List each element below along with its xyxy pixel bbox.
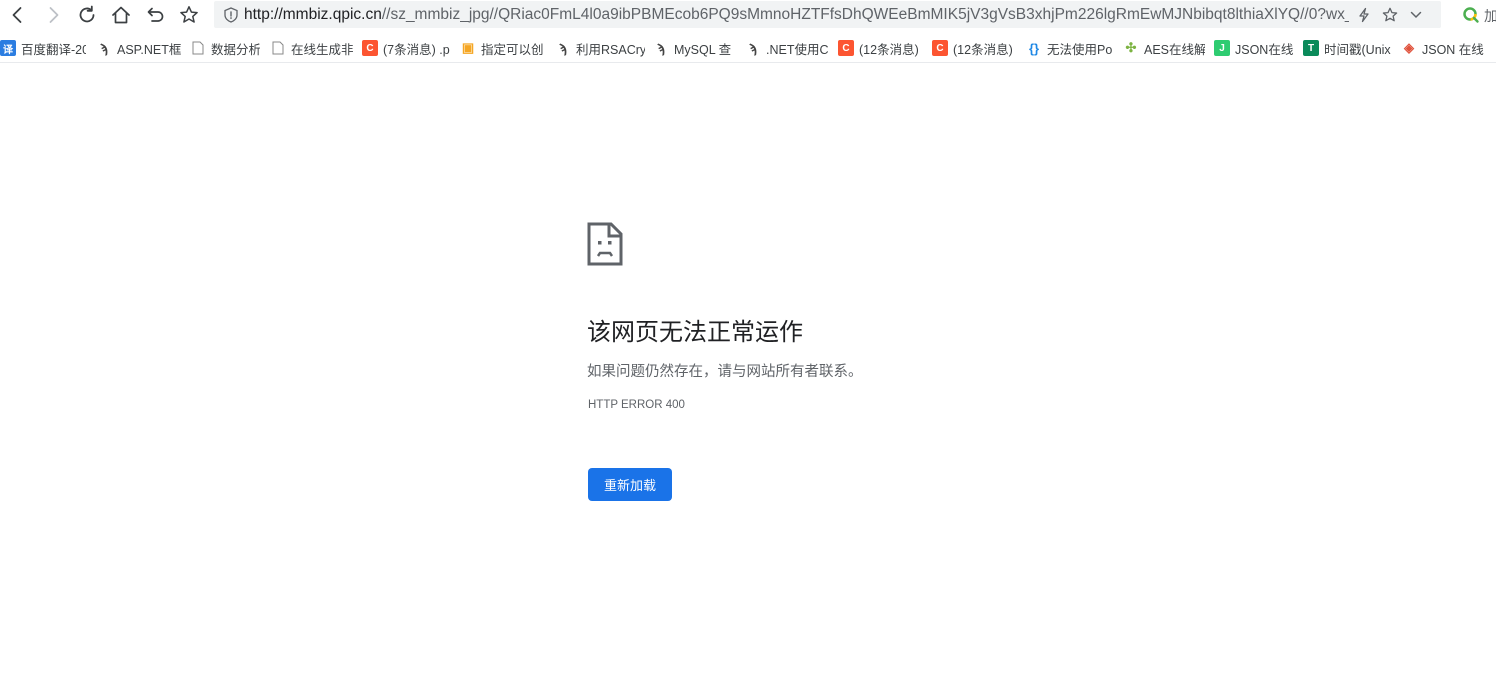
url-path: //sz_mmbiz_jpg//QRiac0FmL4l0a9ibPBMEcob6… bbox=[381, 5, 1349, 23]
address-bar[interactable]: http://mmbiz.qpic.cn//sz_mmbiz_jpg//QRia… bbox=[214, 1, 1441, 28]
star-icon bbox=[180, 6, 198, 23]
bookmark-label: 利用RSACry bbox=[576, 42, 645, 57]
lightning-icon[interactable] bbox=[1353, 4, 1375, 26]
bookmarks-bar: 译百度翻译-20 ϡ ASP.NET框 数据分析 在线生成非 C (7条消息) .p ▣ 指定可… bbox=[0, 34, 1496, 63]
bookmark-label: 指定可以创 bbox=[481, 42, 544, 57]
forward-button[interactable] bbox=[40, 2, 66, 28]
bookmark-label: (12条消息) bbox=[953, 42, 1013, 57]
extension-label[interactable]: 加 bbox=[1484, 6, 1496, 26]
bookmark-item[interactable]: ϡ .NET使用C bbox=[745, 38, 829, 58]
box-icon: ▣ bbox=[461, 40, 475, 55]
bookmark-label: 在线生成非 bbox=[291, 42, 354, 57]
json-icon: J bbox=[1214, 40, 1230, 56]
refresh-icon bbox=[79, 5, 95, 23]
csdn-icon: C bbox=[838, 40, 854, 56]
bookmark-label: 百度翻译-20 bbox=[21, 42, 86, 57]
bookmark-label: JSON在线 bbox=[1235, 42, 1294, 57]
bookmark-label: JSON 在线 bbox=[1422, 42, 1484, 57]
bookmark-label: 无法使用Po bbox=[1047, 42, 1113, 57]
refresh-button[interactable] bbox=[74, 2, 100, 28]
extension-search-icon[interactable] bbox=[1462, 4, 1484, 26]
bookmark-item[interactable]: 在线生成非 bbox=[270, 38, 354, 58]
csdn-icon: C bbox=[932, 40, 948, 56]
favorite-button[interactable] bbox=[176, 2, 202, 28]
bookmark-label: ASP.NET框 bbox=[117, 42, 182, 57]
bookmark-item[interactable]: C (12条消息) bbox=[838, 38, 924, 58]
bookmark-item[interactable]: ▣ 指定可以创 bbox=[460, 38, 548, 58]
bookmark-item[interactable]: T 时间戳(Unix bbox=[1303, 38, 1393, 58]
sad-page-icon bbox=[587, 222, 623, 266]
bookmark-item[interactable]: ϡ MySQL 查 bbox=[653, 38, 737, 58]
reload-button[interactable]: 重新加载 bbox=[588, 468, 672, 501]
baidu-translate-icon: 译 bbox=[0, 40, 16, 56]
tool-icon: ✣ bbox=[1125, 40, 1137, 55]
bookmark-label: MySQL 查 bbox=[674, 42, 732, 57]
chevron-right-icon bbox=[49, 7, 59, 23]
bookmark-label: .NET使用C bbox=[766, 42, 829, 57]
asp-net-icon: ϡ bbox=[559, 40, 567, 56]
address-bar-actions bbox=[1353, 1, 1441, 28]
chevron-down-icon[interactable] bbox=[1405, 4, 1427, 26]
page-icon bbox=[270, 40, 286, 56]
bookmark-item[interactable]: ✣ AES在线解 bbox=[1123, 38, 1205, 58]
bookmark-item[interactable]: 译百度翻译-20 bbox=[0, 38, 86, 58]
bookmark-label: (7条消息) .p bbox=[383, 42, 450, 57]
csdn-icon: C bbox=[362, 40, 378, 56]
home-button[interactable] bbox=[108, 2, 134, 28]
home-icon bbox=[112, 6, 130, 24]
error-code: HTTP ERROR 400 bbox=[588, 399, 685, 411]
page-icon bbox=[190, 40, 206, 56]
undo-close-tab-button[interactable] bbox=[142, 2, 168, 28]
shield-icon bbox=[224, 6, 238, 23]
bookmark-star-icon[interactable] bbox=[1379, 4, 1401, 26]
bracket-icon: {} bbox=[1028, 40, 1040, 56]
url-text[interactable]: http://mmbiz.qpic.cn//sz_mmbiz_jpg//QRia… bbox=[244, 6, 1349, 24]
bookmark-item[interactable]: J JSON在线 bbox=[1214, 38, 1294, 58]
bookmark-label: 时间戳(Unix bbox=[1324, 42, 1391, 57]
bookmark-item[interactable]: C (12条消息) bbox=[932, 38, 1018, 58]
back-button[interactable] bbox=[5, 2, 31, 28]
browser-toolbar: http://mmbiz.qpic.cn//sz_mmbiz_jpg//QRia… bbox=[0, 0, 1496, 30]
bookmark-item[interactable]: C (7条消息) .p bbox=[362, 38, 452, 58]
chevron-left-icon bbox=[12, 7, 22, 23]
bookmark-item[interactable]: ◈ JSON 在线 bbox=[1401, 38, 1491, 58]
bookmark-label: AES在线解 bbox=[1144, 42, 1205, 57]
undo-icon bbox=[147, 7, 164, 22]
asp-net-icon: ϡ bbox=[657, 40, 665, 56]
error-title: 该网页无法正常运作 bbox=[587, 318, 803, 346]
bookmark-item[interactable]: ϡ ASP.NET框 bbox=[96, 38, 182, 58]
bookmark-item[interactable]: ϡ 利用RSACry bbox=[555, 38, 645, 58]
bookmark-label: (12条消息) bbox=[859, 42, 919, 57]
timestamp-icon: T bbox=[1303, 40, 1319, 56]
bookmark-item[interactable]: {} 无法使用Po bbox=[1026, 38, 1114, 58]
asp-net-icon: ϡ bbox=[100, 40, 108, 56]
url-host: http://mmbiz.qpic.cn bbox=[244, 5, 382, 23]
asp-net-icon: ϡ bbox=[749, 40, 757, 56]
bookmark-item[interactable]: 数据分析 bbox=[190, 38, 260, 58]
error-description: 如果问题仍然存在，请与网站所有者联系。 bbox=[587, 364, 863, 380]
cube-icon: ◈ bbox=[1404, 40, 1414, 55]
bookmark-label: 数据分析 bbox=[211, 42, 260, 57]
